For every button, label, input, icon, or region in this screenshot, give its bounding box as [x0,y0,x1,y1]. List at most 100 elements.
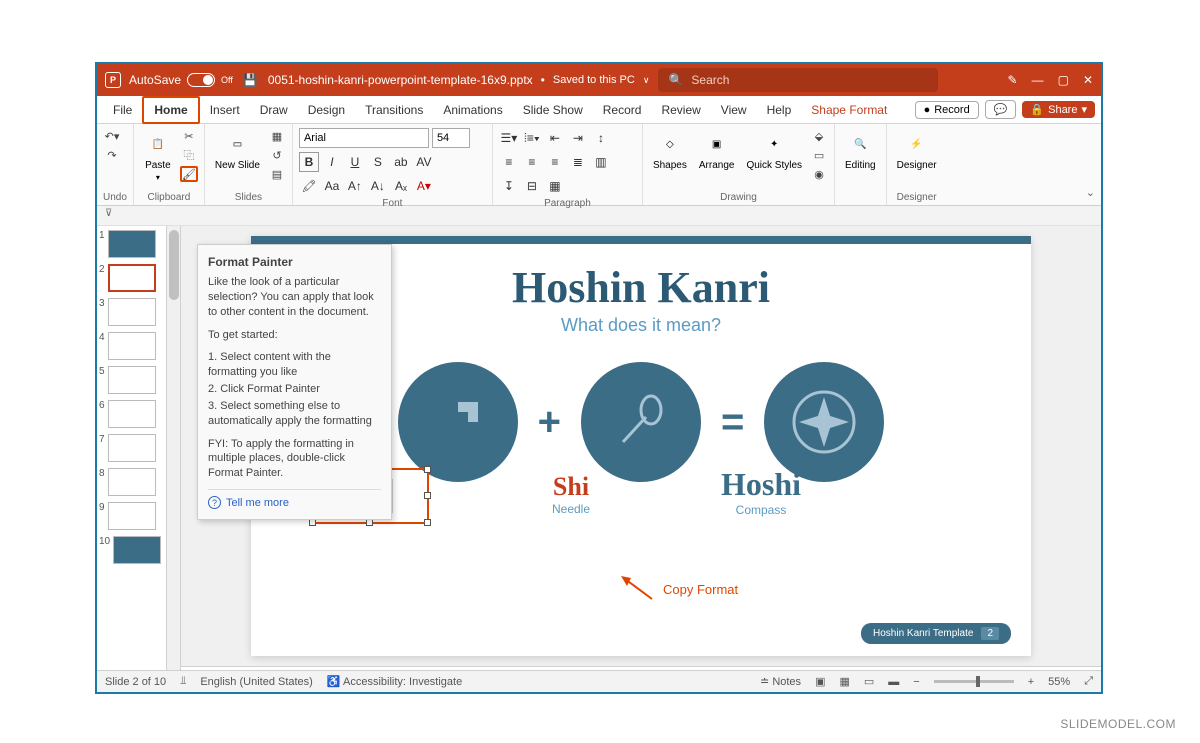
char-spacing-button[interactable]: AV [414,152,434,172]
tab-animations[interactable]: Animations [433,98,512,122]
reading-view-icon[interactable]: ▭ [864,675,874,688]
tab-home[interactable]: Home [142,96,199,124]
font-name-select[interactable] [299,128,429,148]
thumbnail-7[interactable]: 7 [99,434,164,462]
shape-outline-button[interactable]: ▭ [810,147,828,163]
tab-view[interactable]: View [711,98,757,122]
accessibility-label[interactable]: ♿ Accessibility: Investigate [327,675,462,688]
underline-button[interactable]: U [345,152,365,172]
shapes-button[interactable]: ◇Shapes [649,128,691,173]
tab-design[interactable]: Design [298,98,355,122]
tab-file[interactable]: File [103,98,142,122]
shape-fill-button[interactable]: ⬙ [810,128,828,144]
thumbnail-scrollbar[interactable] [167,226,181,670]
zoom-level[interactable]: 55% [1048,676,1070,688]
bold-button[interactable]: B [299,152,319,172]
redo-button[interactable]: ↷ [103,147,121,163]
font-color-button[interactable]: A▾ [414,176,434,196]
indent-dec-button[interactable]: ⇤ [545,128,565,148]
compass-circle[interactable] [764,362,884,482]
slide-counter[interactable]: Slide 2 of 10 [105,676,166,688]
collapse-ribbon-icon[interactable]: ⌄ [1086,186,1095,199]
minimize-button[interactable]: ― [1032,73,1044,87]
justify-button[interactable]: ≣ [568,152,588,172]
record-button[interactable]: ● Record [915,101,979,119]
ribbon-mode-icon[interactable]: ✎ [1008,73,1018,87]
thumbnail-10[interactable]: 10 [99,536,164,564]
format-painter-button[interactable]: 🖌 [180,166,198,182]
slideshow-view-icon[interactable]: ▬ [888,676,899,688]
arrow-circle[interactable] [398,362,518,482]
thumbnail-2[interactable]: 2 [99,264,164,292]
share-button[interactable]: 🔒 Share ▾ [1022,101,1095,118]
handle-e[interactable] [424,492,431,499]
layout-button[interactable]: ▦ [268,128,286,144]
needle-circle[interactable] [581,362,701,482]
arrange-button[interactable]: ▣Arrange [695,128,739,173]
close-button[interactable]: ✕ [1083,73,1093,87]
quick-styles-button[interactable]: ✦Quick Styles [742,128,806,173]
highlight-button[interactable]: 🖍 [299,176,319,196]
zoom-slider[interactable] [934,680,1014,683]
filename-area[interactable]: 0051-hoshin-kanri-powerpoint-template-16… [268,73,650,87]
cut-button[interactable]: ✂ [180,128,198,144]
thumbnail-8[interactable]: 8 [99,468,164,496]
new-slide-button[interactable]: ▭New Slide [211,128,264,173]
text-direction-button[interactable]: ↧ [499,176,519,196]
search-box[interactable]: 🔍 Search [658,68,938,92]
notes-button[interactable]: ≐ Notes [760,675,801,688]
sorter-view-icon[interactable]: ▦ [839,675,849,688]
align-text-button[interactable]: ⊟ [522,176,542,196]
smartart-button[interactable]: ▦ [545,176,565,196]
tab-shape-format[interactable]: Shape Format [801,98,897,122]
tab-draw[interactable]: Draw [250,98,298,122]
tab-insert[interactable]: Insert [200,98,250,122]
tab-slideshow[interactable]: Slide Show [513,98,593,122]
clear-format-button[interactable]: Aₓ [391,176,411,196]
line-spacing-button[interactable]: ↕ [591,128,611,148]
shadow-button[interactable]: ab [391,152,411,172]
thumbnail-9[interactable]: 9 [99,502,164,530]
maximize-button[interactable]: ▢ [1058,73,1069,87]
hoshi-label[interactable]: Hoshi [691,466,831,503]
italic-button[interactable]: I [322,152,342,172]
tab-help[interactable]: Help [757,98,802,122]
grow-font-button[interactable]: A↑ [345,176,365,196]
handle-ne[interactable] [424,466,431,473]
thumbnail-4[interactable]: 4 [99,332,164,360]
indent-inc-button[interactable]: ⇥ [568,128,588,148]
designer-button[interactable]: ⚡Designer [893,128,941,173]
numbering-button[interactable]: ⦙≡▾ [522,128,542,148]
thumbnail-1[interactable]: 1 [99,230,164,258]
font-size-select[interactable] [432,128,470,148]
normal-view-icon[interactable]: ▣ [815,675,825,688]
spellcheck-icon[interactable]: ⫫ [180,675,186,688]
undo-button[interactable]: ↶▾ [103,128,121,144]
editing-button[interactable]: 🔍Editing [841,128,880,173]
shape-effects-button[interactable]: ◉ [810,166,828,182]
toggle-switch[interactable] [187,73,215,87]
zoom-in-button[interactable]: + [1028,676,1034,688]
paste-button[interactable]: 📋Paste▾ [140,128,176,184]
tell-me-more-link[interactable]: ?Tell me more [208,489,381,509]
thumbnail-6[interactable]: 6 [99,400,164,428]
shrink-font-button[interactable]: A↓ [368,176,388,196]
reset-button[interactable]: ↺ [268,147,286,163]
thumbnail-3[interactable]: 3 [99,298,164,326]
save-icon[interactable]: 💾 [243,73,258,87]
align-left-button[interactable]: ≡ [499,152,519,172]
slide-thumbnails[interactable]: 1 2 3 4 5 6 7 8 9 10 [97,226,167,670]
copy-button[interactable]: ⿻ [180,147,198,163]
section-button[interactable]: ▤ [268,166,286,182]
zoom-out-button[interactable]: − [913,676,919,688]
align-center-button[interactable]: ≡ [522,152,542,172]
tab-record[interactable]: Record [593,98,652,122]
fit-to-window-icon[interactable]: ⤢ [1084,675,1093,688]
change-case-button[interactable]: Aa [322,176,342,196]
align-right-button[interactable]: ≡ [545,152,565,172]
handle-se[interactable] [424,519,431,526]
autosave-toggle[interactable]: AutoSave Off [129,73,233,87]
strikethrough-button[interactable]: S [368,152,388,172]
tab-review[interactable]: Review [651,98,710,122]
thumbnail-5[interactable]: 5 [99,366,164,394]
